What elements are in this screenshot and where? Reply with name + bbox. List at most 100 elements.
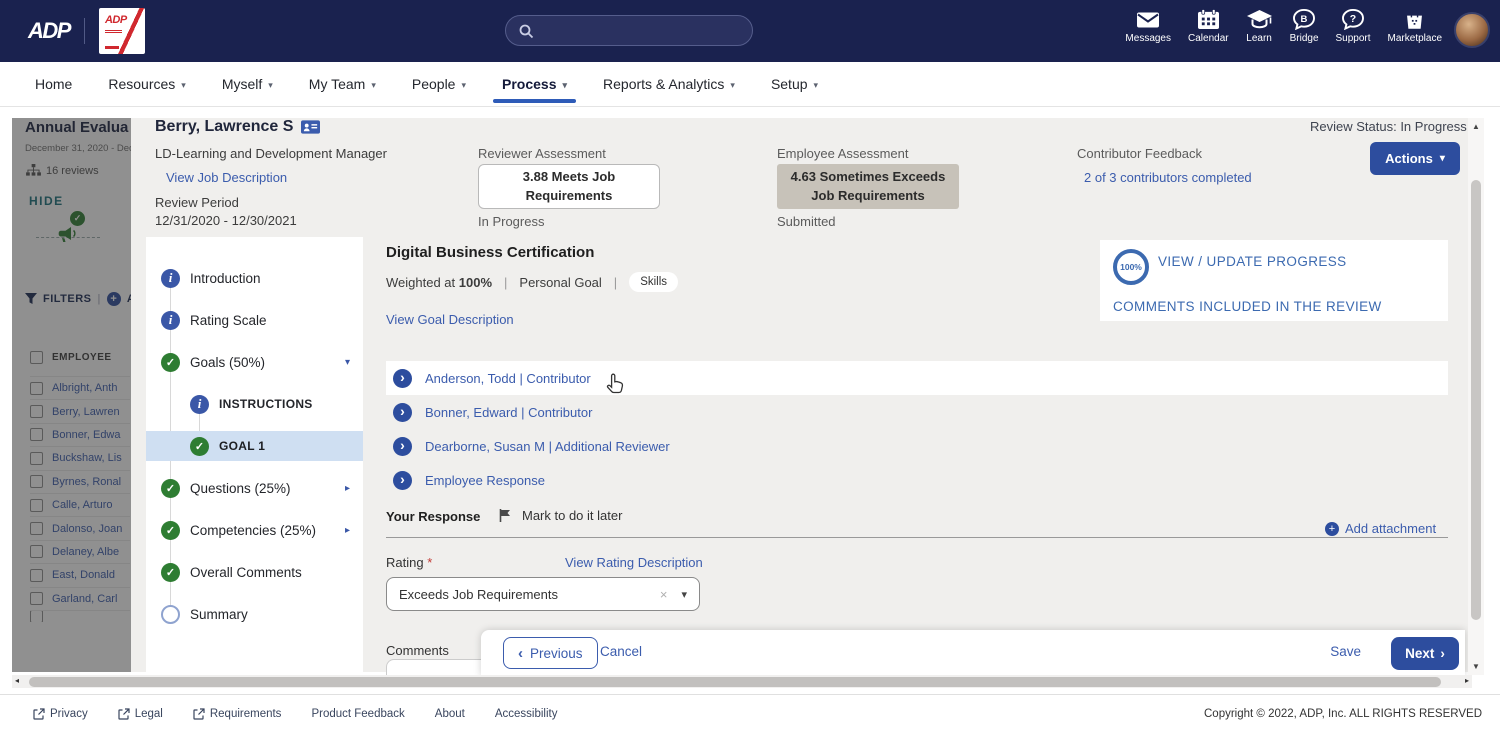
privacy-link[interactable]: Privacy — [33, 708, 88, 720]
footer-link-label: Privacy — [50, 707, 88, 720]
screen: ADP ADP Messages Calendar Learn — [0, 0, 1500, 732]
info-icon: i — [161, 268, 180, 288]
mark-to-do-later[interactable]: Mark to do it later — [498, 508, 622, 523]
nav-label: People — [411, 76, 456, 92]
messages-button[interactable]: Messages — [1125, 9, 1171, 44]
rating-select[interactable]: Exceeds Job Requirements × ▾ — [386, 577, 700, 611]
horizontal-scrollbar[interactable]: ◂ ▸ — [12, 675, 1472, 688]
nav-people[interactable]: People ▾ — [412, 62, 466, 107]
horizontal-scroll-thumb[interactable] — [29, 676, 1441, 687]
actions-button[interactable]: Actions ▾ — [1370, 142, 1460, 175]
previous-button[interactable]: ‹ Previous — [503, 637, 598, 669]
calendar-button[interactable]: Calendar — [1188, 9, 1229, 44]
review-status: Review Status: In Progress — [1310, 119, 1467, 134]
view-goal-description-link[interactable]: View Goal Description — [386, 312, 514, 327]
nav-label: Resources — [108, 76, 176, 92]
employee-response-row[interactable]: › Employee Response — [386, 463, 1448, 497]
contributor-row-dearborne[interactable]: › Dearborne, Susan M | Additional Review… — [386, 429, 1448, 463]
add-attachment-label: Add attachment — [1345, 521, 1437, 536]
vertical-scroll-thumb[interactable] — [1471, 180, 1481, 620]
nav-label: Process — [502, 76, 557, 92]
user-avatar[interactable] — [1454, 12, 1490, 48]
chevron-right-icon[interactable]: ▸ — [345, 525, 350, 536]
step-label: Goals (50%) — [190, 354, 266, 370]
scroll-left-arrow[interactable]: ◂ — [15, 676, 19, 685]
chevron-down-icon[interactable]: ▾ — [345, 357, 350, 368]
shopping-bag-icon — [1407, 9, 1423, 29]
nav-reports-analytics[interactable]: Reports & Analytics ▾ — [603, 62, 735, 107]
requirements-link[interactable]: Requirements — [193, 708, 281, 720]
step-summary[interactable]: Summary — [146, 599, 363, 629]
chevron-down-icon[interactable]: ▾ — [681, 588, 687, 601]
step-label: INSTRUCTIONS — [219, 397, 313, 411]
cancel-button[interactable]: Cancel — [600, 644, 642, 659]
progress-card: 100% VIEW / UPDATE PROGRESS COMMENTS INC… — [1100, 240, 1448, 321]
step-rating-scale[interactable]: i Rating Scale — [146, 305, 363, 335]
legal-link[interactable]: Legal — [118, 708, 163, 720]
graduation-cap-icon — [1246, 10, 1272, 29]
info-icon: i — [161, 310, 180, 330]
next-label: Next — [1405, 646, 1435, 661]
scroll-up-arrow[interactable]: ▲ — [1468, 122, 1484, 131]
save-button[interactable]: Save — [1330, 644, 1361, 659]
contributor-row-bonner[interactable]: › Bonner, Edward | Contributor — [386, 395, 1448, 429]
nav-my-team[interactable]: My Team ▾ — [309, 62, 376, 107]
nav-process[interactable]: Process ▾ — [492, 62, 577, 107]
about-link[interactable]: About — [435, 708, 465, 720]
review-sidebar: Annual Evalua December 31, 2020 - Dec 16… — [12, 118, 131, 672]
product-feedback-link[interactable]: Product Feedback — [311, 708, 404, 720]
step-goals-instructions[interactable]: i INSTRUCTIONS — [146, 389, 363, 419]
action-bar: ‹ Previous Cancel Save Next › — [481, 630, 1465, 676]
scroll-right-arrow[interactable]: ▸ — [1465, 676, 1469, 685]
nav-home[interactable]: Home — [35, 62, 72, 107]
external-link-icon — [33, 707, 45, 720]
goal-category: Personal Goal — [519, 274, 602, 290]
clear-icon[interactable]: × — [660, 587, 668, 602]
search-input[interactable] — [505, 15, 753, 46]
nav-resources[interactable]: Resources ▾ — [108, 62, 185, 107]
review-period-value: 12/31/2020 - 12/30/2021 — [155, 213, 297, 228]
rating-label: Rating * — [386, 555, 433, 570]
step-label: Competencies (25%) — [190, 522, 317, 538]
review-period-label: Review Period — [155, 195, 239, 210]
marketplace-button[interactable]: Marketplace — [1388, 9, 1442, 44]
contributor-label: Bonner, Edward | Contributor — [425, 404, 593, 420]
step-questions[interactable]: ✓ Questions (25%) ▸ — [146, 473, 363, 503]
comments-included-link[interactable]: COMMENTS INCLUDED IN THE REVIEW — [1113, 299, 1382, 314]
id-card-icon[interactable] — [301, 120, 321, 134]
view-job-description-link[interactable]: View Job Description — [166, 170, 287, 185]
add-attachment-button[interactable]: + Add attachment — [1325, 521, 1436, 536]
employee-name-heading: Berry, Lawrence S — [155, 118, 321, 136]
next-button[interactable]: Next › — [1391, 637, 1459, 670]
check-icon: ✓ — [161, 478, 180, 498]
reviewer-assessment-label: Reviewer Assessment — [478, 146, 606, 161]
info-icon: i — [190, 394, 209, 414]
accessibility-link[interactable]: Accessibility — [495, 708, 558, 720]
bridge-button[interactable]: B Bridge — [1290, 9, 1319, 44]
actions-label: Actions — [1385, 151, 1433, 166]
copyright-text: Copyright © 2022, ADP, Inc. ALL RIGHTS R… — [1204, 708, 1482, 720]
learn-button[interactable]: Learn — [1246, 9, 1273, 44]
nav-myself[interactable]: Myself ▾ — [222, 62, 273, 107]
step-introduction[interactable]: i Introduction — [146, 263, 363, 293]
step-goals[interactable]: ✓ Goals (50%) ▾ — [146, 347, 363, 377]
step-label: GOAL 1 — [219, 439, 266, 453]
step-overall-comments[interactable]: ✓ Overall Comments — [146, 557, 363, 587]
scroll-down-arrow[interactable]: ▼ — [1468, 662, 1484, 671]
support-button[interactable]: ? Support — [1336, 9, 1371, 44]
step-label: Introduction — [190, 270, 261, 286]
header-divider — [83, 18, 85, 44]
contributor-row-anderson[interactable]: › Anderson, Todd | Contributor — [386, 361, 1448, 395]
skills-tag: Skills — [629, 272, 679, 292]
view-update-progress-link[interactable]: VIEW / UPDATE PROGRESS — [1158, 254, 1347, 269]
chevron-right-icon[interactable]: ▸ — [345, 483, 350, 494]
check-icon: ✓ — [161, 562, 180, 582]
vertical-scrollbar[interactable]: ▲ ▼ — [1468, 118, 1484, 675]
step-competencies[interactable]: ✓ Competencies (25%) ▸ — [146, 515, 363, 545]
chevron-right-icon: › — [1440, 646, 1445, 661]
nav-setup[interactable]: Setup ▾ — [771, 62, 818, 107]
contributor-feedback-link[interactable]: 2 of 3 contributors completed — [1084, 170, 1252, 185]
step-goal-1-active[interactable]: ✓ GOAL 1 — [146, 431, 363, 461]
view-rating-description-link[interactable]: View Rating Description — [565, 555, 703, 570]
nav-label: My Team — [308, 76, 366, 92]
